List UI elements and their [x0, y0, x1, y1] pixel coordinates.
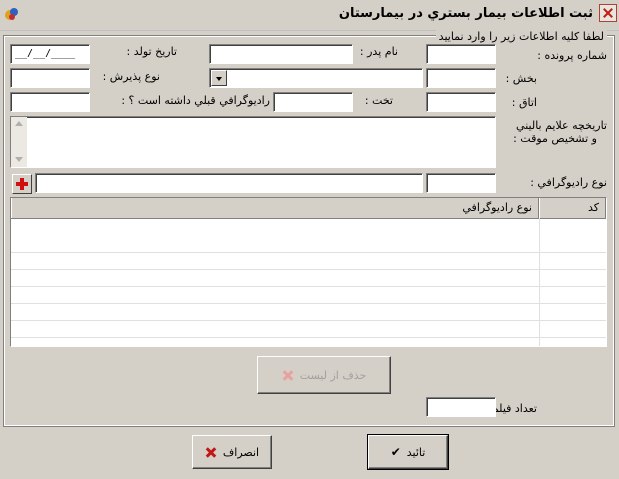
group-caption: لطفا كليه اطلاعات زير را وارد نماييد — [435, 30, 607, 43]
column-header-code[interactable]: كد — [539, 198, 606, 218]
radiology-type-label: نوع راديوگرافي : — [530, 176, 607, 189]
chevron-down-icon[interactable] — [211, 70, 227, 86]
check-icon: ✔ — [390, 445, 401, 459]
remove-from-list-button[interactable]: حذف از ليست — [257, 356, 391, 394]
radiology-grid[interactable]: كد نوع راديوگرافي — [10, 197, 607, 347]
file-number-input[interactable] — [426, 44, 496, 64]
cancel-button[interactable]: انصراف — [192, 435, 272, 469]
birth-date-label: تاريخ تولد : — [126, 45, 177, 58]
cancel-label: انصراف — [222, 445, 260, 459]
x-icon — [205, 446, 217, 458]
radiology-type-select[interactable] — [35, 173, 423, 193]
table-row[interactable] — [11, 269, 606, 287]
birth-date-input[interactable]: __/__/____ — [10, 44, 90, 64]
table-row[interactable] — [11, 286, 606, 304]
history-textarea[interactable] — [10, 116, 496, 168]
table-row[interactable] — [11, 320, 606, 338]
history-scrollbar[interactable] — [11, 117, 27, 167]
remove-from-list-label: حذف از ليست — [299, 368, 367, 382]
film-count-input[interactable] — [426, 397, 496, 417]
room-input[interactable] — [426, 92, 496, 112]
admission-type-label: نوع پذيرش : — [102, 70, 160, 83]
scroll-up-icon[interactable] — [15, 121, 23, 126]
grid-header: كد نوع راديوگرافي — [11, 198, 606, 219]
add-radiology-button[interactable] — [12, 174, 32, 194]
table-row[interactable] — [11, 235, 606, 253]
ward-code-input[interactable] — [426, 68, 496, 88]
confirm-button[interactable]: تائيد ✔ — [367, 434, 449, 470]
table-row[interactable] — [11, 303, 606, 321]
room-label: اتاق : — [511, 96, 537, 109]
bed-input[interactable] — [273, 92, 353, 112]
ward-label: بخش : — [505, 72, 537, 85]
confirm-label: تائيد — [406, 445, 426, 459]
prev-radiology-select[interactable] — [10, 92, 90, 112]
scroll-down-icon[interactable] — [15, 157, 23, 162]
table-row[interactable] — [11, 252, 606, 270]
history-label-line2: و تشخيص موقت : — [513, 132, 597, 145]
x-icon — [282, 369, 294, 381]
history-label-line1: تاريخچه علايم باليني — [516, 119, 607, 132]
app-icon — [5, 8, 18, 20]
column-header-radiology-type[interactable]: نوع راديوگرافي — [11, 198, 539, 218]
admission-type-select[interactable] — [10, 68, 90, 88]
radiology-code-input[interactable] — [426, 173, 496, 193]
ward-select[interactable] — [209, 68, 423, 88]
close-icon[interactable] — [599, 4, 617, 22]
father-name-label: نام پدر : — [359, 45, 398, 58]
prev-radiology-label: راديوگرافي قبلي داشته است ؟ : — [121, 94, 270, 107]
bed-label: تخت : — [364, 94, 393, 107]
window-title: ثبت اطلاعات بيمار بستري در بيمارستان — [338, 6, 593, 21]
father-name-input[interactable] — [209, 44, 353, 64]
file-number-label: شماره پرونده : — [537, 49, 607, 62]
